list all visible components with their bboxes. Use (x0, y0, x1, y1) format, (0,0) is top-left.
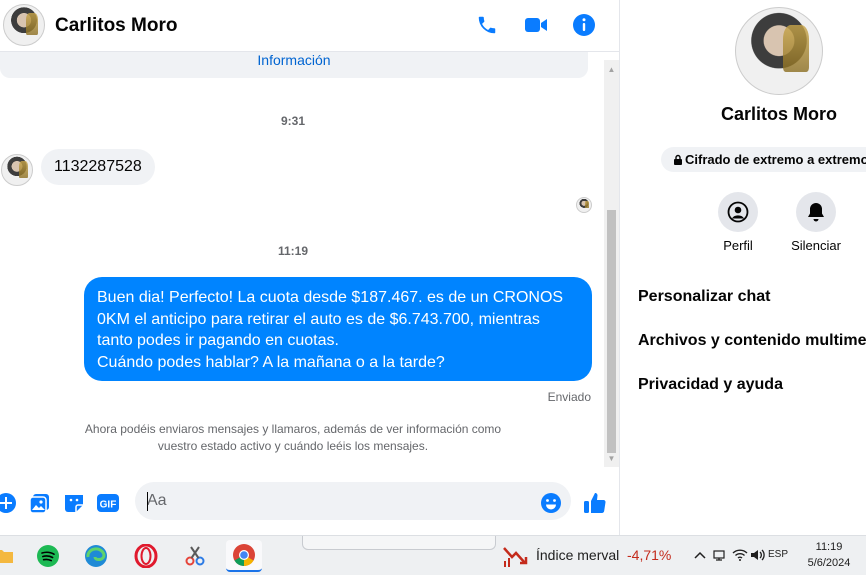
profile-button[interactable]: Perfil (698, 192, 778, 253)
scroll-down-arrow-icon[interactable]: ▼ (604, 451, 619, 465)
opera-icon[interactable] (128, 540, 164, 572)
message-line: 0KM el anticipo para retirar el auto es … (97, 310, 540, 328)
chrome-icon[interactable] (226, 540, 262, 572)
video-camera-icon[interactable] (523, 12, 549, 38)
message-line: Cuándo podes hablar? A la mañana o a la … (97, 353, 445, 371)
media-files-item[interactable]: Archivos y contenido multimedia (638, 332, 866, 350)
market-name[interactable]: Índice merval (536, 547, 619, 563)
panel-avatar[interactable] (735, 7, 823, 95)
taskbar-preview-edge (302, 536, 496, 550)
clock-date: 5/6/2024 (807, 557, 851, 569)
plus-icon[interactable] (0, 491, 18, 515)
composer: GIF (0, 467, 620, 535)
messenger-app: Carlitos Moro Información 9:31 113228752… (0, 0, 866, 535)
panel-contact-name: Carlitos Moro (720, 104, 837, 124)
spotify-icon[interactable] (30, 540, 66, 572)
message-line: tanto podes ir pagando en cuotas. (97, 332, 339, 349)
chevron-up-icon[interactable] (691, 546, 709, 564)
outgoing-message[interactable]: Buen dia! Perfecto! La cuota desde $187.… (84, 277, 592, 381)
customize-chat-item[interactable]: Personalizar chat (638, 288, 771, 306)
notice-line: vuestro estado activo y cuándo leéis los… (157, 439, 429, 453)
scroll-up-arrow-icon[interactable]: ▲ (604, 62, 619, 76)
photo-icon[interactable] (28, 491, 52, 515)
chat-header: Carlitos Moro (0, 0, 620, 52)
message-line: Buen dia! Perfecto! La cuota desde $187.… (97, 289, 564, 306)
text-cursor (147, 492, 148, 511)
volume-icon[interactable] (749, 546, 767, 564)
mute-button[interactable]: Silenciar (776, 192, 856, 253)
clock-time: 11:19 (815, 541, 843, 553)
privacy-support-item[interactable]: Privacidad y ayuda (638, 376, 783, 394)
lock-icon (674, 154, 682, 165)
snipping-tool-icon[interactable] (177, 540, 213, 572)
privacy-notice: Ahora podéis enviaros mensajes y llamaro… (40, 421, 546, 455)
phone-icon[interactable] (474, 12, 500, 38)
thumbs-up-icon[interactable] (583, 491, 607, 515)
stock-trend-down-icon[interactable] (497, 540, 533, 572)
notice-line: Ahora podéis enviaros mensajes y llamaro… (84, 422, 502, 436)
windows-taskbar: Índice merval -4,71% ESP 11:19 5/6/2024 (0, 535, 866, 575)
wifi-icon[interactable] (731, 546, 749, 564)
sent-status: Enviado (547, 390, 591, 404)
encryption-label: Cifrado de extremo a extremo (685, 152, 866, 167)
profile-label: Perfil (723, 238, 753, 253)
language-indicator[interactable]: ESP (768, 549, 788, 560)
message-thread: Información 9:31 1132287528 11:19 Buen d… (0, 52, 604, 467)
scroll-thumb[interactable] (607, 210, 616, 453)
file-explorer-icon[interactable] (0, 540, 22, 572)
incoming-message[interactable]: 1132287528 (41, 149, 155, 185)
sender-avatar[interactable] (1, 154, 33, 186)
contact-avatar[interactable] (3, 4, 45, 46)
market-change[interactable]: -4,71% (627, 547, 671, 563)
network-icon[interactable] (712, 546, 730, 564)
edge-icon[interactable] (78, 540, 114, 572)
gif-label: GIF (100, 500, 117, 511)
contact-details-panel: Carlitos Moro Cifrado de extremo a extre… (620, 0, 866, 535)
sticker-icon[interactable] (62, 491, 86, 515)
chat-scrollbar[interactable]: ▲ ▼ (604, 60, 619, 467)
info-link[interactable]: Información (0, 52, 588, 68)
emoji-icon[interactable] (539, 491, 563, 515)
read-receipt-avatar (576, 197, 592, 213)
mute-label: Silenciar (791, 238, 841, 253)
info-icon[interactable] (571, 12, 597, 38)
timestamp: 9:31 (280, 114, 306, 128)
system-clock[interactable]: 11:19 5/6/2024 (800, 539, 858, 571)
timestamp: 11:19 (277, 244, 309, 258)
profile-icon (718, 192, 758, 232)
encryption-badge[interactable]: Cifrado de extremo a extremo (661, 147, 866, 172)
contact-name[interactable]: Carlitos Moro (55, 15, 177, 37)
bell-icon (796, 192, 836, 232)
message-input[interactable] (135, 482, 571, 520)
profile-info-banner: Información (0, 52, 588, 78)
gif-icon[interactable]: GIF (96, 491, 120, 515)
